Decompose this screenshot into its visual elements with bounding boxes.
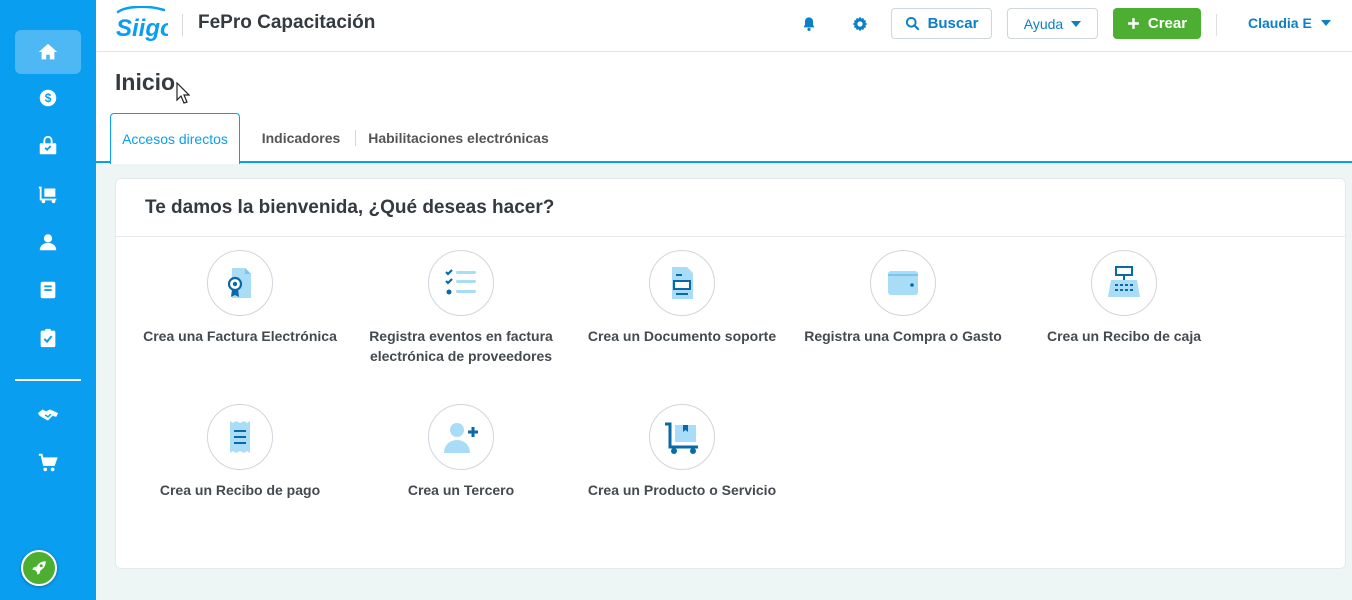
action-create-product[interactable]: Crea un Producto o Servicio — [572, 404, 792, 500]
clipboard-check-icon — [40, 328, 56, 348]
action-register-purchase[interactable]: Registra una Compra o Gasto — [793, 250, 1013, 346]
sidebar-item-sales[interactable] — [15, 124, 81, 168]
checklist-icon — [445, 269, 476, 295]
shopping-cart-icon — [38, 453, 58, 472]
action-label: Crea una Factura Electrónica — [143, 328, 337, 344]
shopping-bag-icon — [39, 135, 57, 155]
plus-icon — [1127, 18, 1139, 29]
action-icon-circle — [649, 404, 715, 470]
action-label: Crea un Recibo de caja — [1046, 328, 1202, 344]
bell-icon — [803, 17, 815, 31]
invoice-certificate-icon — [227, 268, 251, 298]
sidebar-item-home[interactable] — [15, 30, 81, 74]
home-icon — [38, 43, 58, 60]
action-cash-receipt[interactable]: Crea un Recibo de caja — [1014, 250, 1234, 346]
help-dropdown[interactable]: Ayuda — [1007, 8, 1098, 39]
create-button[interactable]: Crear — [1113, 8, 1201, 39]
svg-text:Siigo: Siigo — [116, 15, 168, 42]
sidebar-item-inventory[interactable] — [15, 172, 81, 216]
action-label: Crea un Producto o Servicio — [587, 482, 777, 498]
tab-separator — [355, 130, 356, 146]
action-support-document[interactable]: Crea un Documento soporte — [572, 250, 792, 346]
sidebar-item-accounting[interactable] — [15, 268, 81, 312]
tab-accesos-directos[interactable]: Accesos directos — [110, 113, 240, 164]
action-icon-circle — [1091, 250, 1157, 316]
action-payment-receipt[interactable]: Crea un Recibo de pago — [130, 404, 350, 500]
dollar-icon: $ — [39, 89, 57, 107]
tab-habilitaciones[interactable]: Habilitaciones electrónicas — [366, 113, 551, 163]
sidebar-item-partners[interactable] — [15, 393, 81, 437]
action-label: Registra una Compra o Gasto — [804, 328, 1002, 344]
help-label: Ayuda — [1023, 15, 1064, 32]
cash-register-icon — [1108, 266, 1140, 297]
wallet-icon — [888, 271, 918, 295]
tabs-underline — [96, 161, 1352, 163]
card-divider — [116, 236, 1345, 237]
user-name: Claudia E — [1248, 15, 1312, 31]
sidebar-item-finance[interactable]: $ — [15, 76, 81, 120]
search-label: Buscar — [927, 15, 979, 32]
mouse-cursor-icon — [176, 82, 190, 104]
product-cart-icon — [665, 422, 698, 454]
tab-indicadores[interactable]: Indicadores — [256, 113, 346, 163]
chevron-down-icon — [1320, 20, 1331, 26]
action-register-events[interactable]: Registra eventos en factura electrónica … — [351, 250, 571, 366]
welcome-title: Te damos la bienvenida, ¿Qué deseas hace… — [145, 197, 555, 218]
user-menu[interactable]: Claudia E — [1248, 15, 1331, 31]
chevron-down-icon — [1071, 20, 1082, 27]
siigo-logo[interactable]: Siigo — [114, 6, 168, 42]
action-icon-circle — [870, 250, 936, 316]
page-title: Inicio — [115, 69, 176, 95]
support-document-icon — [672, 267, 693, 299]
action-icon-circle — [428, 404, 494, 470]
sidebar-divider — [15, 379, 81, 381]
search-icon — [905, 16, 919, 31]
header-separator — [182, 14, 183, 36]
sidebar-item-store[interactable] — [15, 441, 81, 485]
cart-dolly-icon — [38, 186, 57, 204]
rocket-button[interactable] — [21, 550, 57, 586]
add-user-icon — [444, 423, 478, 453]
search-button[interactable]: Buscar — [891, 8, 992, 39]
handshake-icon — [37, 409, 59, 421]
action-icon-circle — [207, 404, 273, 470]
action-create-third-party[interactable]: Crea un Tercero — [351, 404, 571, 500]
payment-receipt-icon — [230, 421, 250, 453]
action-label: Registra eventos en factura electrónica … — [369, 328, 553, 364]
header-separator — [1216, 14, 1217, 36]
sidebar-item-contacts[interactable] — [15, 220, 81, 264]
create-label: Crear — [1147, 15, 1188, 32]
action-icon-circle — [207, 250, 273, 316]
company-name[interactable]: FePro Capacitación — [198, 12, 375, 34]
sidebar-item-reports[interactable] — [15, 316, 81, 360]
settings-button[interactable] — [850, 14, 870, 34]
top-header: Siigo FePro Capacitación Buscar Ayuda Cr… — [96, 0, 1352, 52]
book-icon — [40, 281, 56, 299]
action-label: Crea un Recibo de pago — [159, 482, 321, 498]
welcome-card: Te damos la bienvenida, ¿Qué deseas hace… — [115, 178, 1346, 569]
action-create-invoice[interactable]: Crea una Factura Electrónica — [130, 250, 350, 346]
action-icon-circle — [428, 250, 494, 316]
notifications-button[interactable] — [799, 14, 819, 34]
svg-text:$: $ — [45, 91, 52, 105]
user-icon — [39, 234, 57, 251]
action-icon-circle — [649, 250, 715, 316]
rocket-icon — [32, 561, 46, 575]
page-header: Inicio Accesos directos Indicadores Habi… — [96, 52, 1352, 164]
action-label: Crea un Tercero — [407, 482, 515, 498]
action-label: Crea un Documento soporte — [587, 328, 777, 344]
gear-icon — [852, 16, 868, 32]
sidebar: $ — [0, 0, 96, 600]
